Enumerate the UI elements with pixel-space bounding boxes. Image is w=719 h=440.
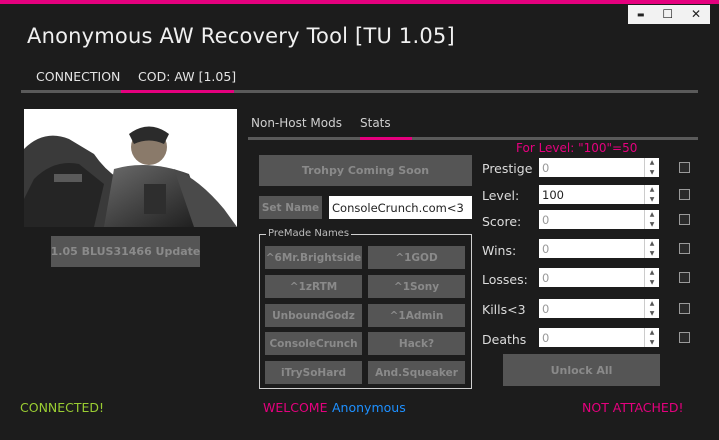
name-input[interactable]: ConsoleCrunch.com<3 [329, 196, 472, 219]
prestige-label: Prestige [482, 161, 533, 176]
deaths-checkbox[interactable] [679, 332, 690, 343]
deaths-input[interactable]: 0 ▲ ▼ [539, 328, 659, 347]
app-title: Anonymous AW Recovery Tool [TU 1.05] [27, 24, 455, 48]
level-input[interactable]: 100 ▲ ▼ [539, 185, 659, 204]
tab-cod-aw-underline [121, 90, 234, 93]
tab-stats[interactable]: Stats [360, 116, 391, 130]
wins-input[interactable]: 0 ▲ ▼ [539, 239, 659, 258]
level-spinner[interactable]: ▲ ▼ [644, 185, 659, 204]
prestige-input[interactable]: 0 ▲ ▼ [539, 158, 659, 177]
wins-value: 0 [542, 241, 550, 256]
score-input[interactable]: 0 ▲ ▼ [539, 210, 659, 229]
wins-spinner[interactable]: ▲ ▼ [644, 239, 659, 258]
premade-name-button[interactable]: ^1zRTM [265, 275, 362, 298]
premade-name-button[interactable]: iTrySoHard [265, 361, 362, 384]
level-checkbox[interactable] [679, 189, 690, 200]
kills-input[interactable]: 0 ▲ ▼ [539, 299, 659, 318]
score-spinner[interactable]: ▲ ▼ [644, 210, 659, 229]
level-value: 100 [542, 187, 564, 202]
premade-name-button[interactable]: ^1Sony [368, 275, 465, 298]
premade-name-button[interactable]: And.Squeaker [368, 361, 465, 384]
inner-tab-divider [248, 137, 698, 140]
premade-name-button[interactable]: Hack? [368, 332, 465, 355]
maximize-icon[interactable]: ☐ [662, 5, 673, 24]
wins-label: Wins: [482, 243, 517, 258]
accent-bar [0, 0, 719, 4]
attach-status: NOT ATTACHED! [582, 400, 684, 415]
losses-spinner[interactable]: ▲ ▼ [644, 268, 659, 287]
kills-spinner[interactable]: ▲ ▼ [644, 299, 659, 318]
level-label: Level: [482, 188, 520, 203]
losses-checkbox[interactable] [679, 272, 690, 283]
game-art-image [24, 109, 237, 227]
score-label: Score: [482, 214, 522, 229]
welcome-text: WELCOME [263, 400, 328, 415]
tab-stats-underline [360, 137, 412, 140]
close-icon[interactable]: ✕ [691, 5, 701, 24]
premade-name-button[interactable]: ^1Admin [368, 304, 465, 327]
losses-input[interactable]: 0 ▲ ▼ [539, 268, 659, 287]
score-value: 0 [542, 212, 550, 227]
set-name-button[interactable]: Set Name [259, 196, 322, 219]
losses-label: Losses: [482, 272, 528, 287]
kills-value: 0 [542, 301, 550, 316]
tab-non-host-mods[interactable]: Non-Host Mods [251, 116, 342, 130]
premade-name-button[interactable]: ConsoleCrunch [265, 332, 362, 355]
tab-cod-aw[interactable]: COD: AW [1.05] [138, 69, 236, 84]
prestige-spinner[interactable]: ▲ ▼ [644, 158, 659, 177]
prestige-value: 0 [542, 160, 550, 175]
premade-name-button[interactable]: ^1GOD [368, 246, 465, 269]
level-hint-text: For Level: "100"=50 [516, 141, 638, 155]
minimize-icon[interactable]: ▬ [637, 5, 645, 24]
tab-connection[interactable]: CONNECTION [36, 69, 120, 84]
losses-value: 0 [542, 270, 550, 285]
deaths-label: Deaths [482, 332, 527, 347]
score-checkbox[interactable] [679, 214, 690, 225]
trophy-button[interactable]: Trohpy Coming Soon [259, 155, 472, 186]
update-button[interactable]: 1.05 BLUS31466 Update [51, 236, 200, 267]
unlock-all-button[interactable]: Unlock All [503, 354, 660, 386]
premade-name-button[interactable]: ^6Mr.Brightside [265, 246, 362, 269]
kills-checkbox[interactable] [679, 303, 690, 314]
deaths-value: 0 [542, 330, 550, 345]
username-text: Anonymous [332, 400, 406, 415]
prestige-checkbox[interactable] [679, 162, 690, 173]
premade-name-button[interactable]: UnboundGodz [265, 304, 362, 327]
deaths-spinner[interactable]: ▲ ▼ [644, 328, 659, 347]
wins-checkbox[interactable] [679, 243, 690, 254]
premade-names-label: PreMade Names [266, 228, 352, 239]
kills-label: Kills<3 [482, 302, 526, 317]
connection-status: CONNECTED! [20, 400, 105, 415]
window-controls: ▬ ☐ ✕ [628, 5, 710, 24]
soldier-illustration [24, 109, 237, 227]
